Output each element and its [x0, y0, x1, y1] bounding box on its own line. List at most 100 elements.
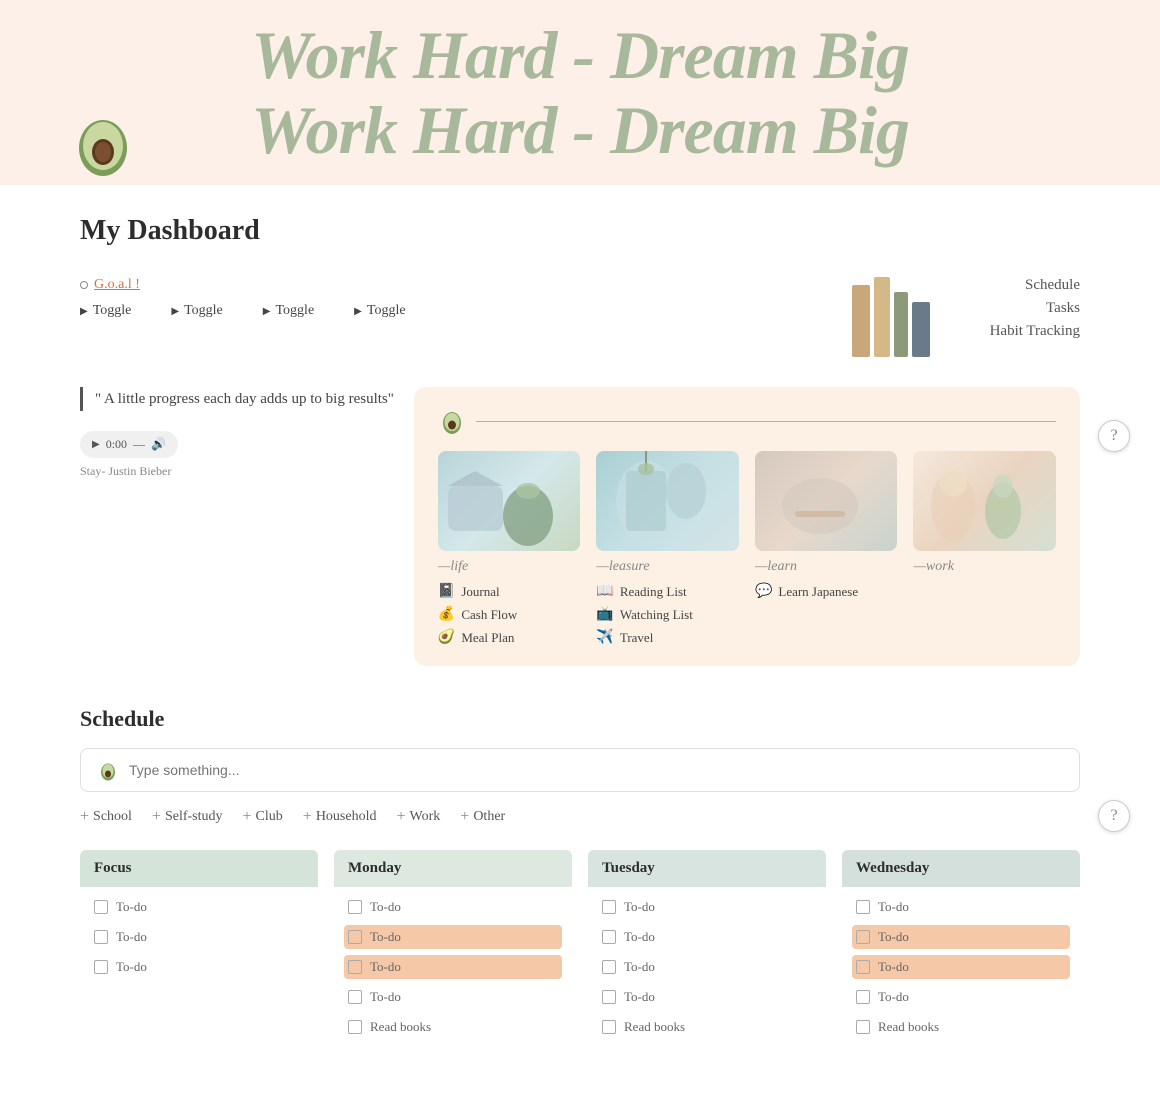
wednesday-checkbox-2[interactable]: [856, 930, 870, 944]
tag-other-label: Other: [473, 809, 505, 825]
card-avocado-icon: [438, 407, 466, 435]
wednesday-checkbox-4[interactable]: [856, 990, 870, 1004]
wednesday-todo-list: To-do To-do To-do To-do: [842, 887, 1080, 1047]
volume-icon: 🔊: [151, 437, 166, 452]
wednesday-todo-5: Read books: [852, 1015, 1070, 1039]
tag-school[interactable]: + School: [80, 808, 132, 826]
monday-todo-3: To-do: [344, 955, 562, 979]
col-focus: Focus To-do To-do To-do: [80, 850, 318, 1047]
category-image-life: [438, 451, 581, 551]
toggle-arrow-1: ▶: [80, 306, 88, 317]
focus-checkbox-3[interactable]: [94, 960, 108, 974]
toggle-1[interactable]: ▶ Toggle: [80, 303, 131, 319]
tuesday-todo-3: To-do: [598, 955, 816, 979]
focus-todo-1: To-do: [90, 895, 308, 919]
toggle-label-1: Toggle: [93, 303, 132, 319]
category-image-work: [913, 451, 1056, 551]
monday-todo-text-5: Read books: [370, 1019, 431, 1035]
col-focus-header: Focus: [80, 850, 318, 887]
tuesday-checkbox-2[interactable]: [602, 930, 616, 944]
monday-todo-text-2: To-do: [370, 929, 401, 945]
monday-checkbox-3[interactable]: [348, 960, 362, 974]
category-life: —life 📓 Journal 💰 Cash Flow 🥑 Meal Pl: [438, 451, 581, 646]
col-tuesday: Tuesday To-do To-do To-do: [588, 850, 826, 1047]
wednesday-checkbox-1[interactable]: [856, 900, 870, 914]
monday-checkbox-2[interactable]: [348, 930, 362, 944]
monday-checkbox-4[interactable]: [348, 990, 362, 1004]
category-image-leasure: [596, 451, 739, 551]
wednesday-todo-3: To-do: [852, 955, 1070, 979]
wednesday-todo-text-1: To-do: [878, 899, 909, 915]
cat-link-japanese[interactable]: 💬 Learn Japanese: [755, 583, 898, 600]
tuesday-todo-5: Read books: [598, 1015, 816, 1039]
focus-checkbox-1[interactable]: [94, 900, 108, 914]
wednesday-todo-1: To-do: [852, 895, 1070, 919]
cat-link-journal[interactable]: 📓 Journal: [438, 583, 581, 600]
tag-household[interactable]: + Household: [303, 808, 377, 826]
tag-selfstudy-label: Self-study: [165, 809, 223, 825]
avocado-logo: [68, 110, 138, 180]
bullet-circle: [80, 281, 88, 289]
tuesday-todo-text-1: To-do: [624, 899, 655, 915]
category-links-learn: 💬 Learn Japanese: [755, 583, 898, 600]
side-link-schedule[interactable]: Schedule: [960, 277, 1080, 294]
plus-icon-household: +: [303, 808, 312, 826]
side-link-tasks[interactable]: Tasks: [960, 300, 1080, 317]
tuesday-checkbox-1[interactable]: [602, 900, 616, 914]
category-label-life: —life: [438, 559, 581, 575]
travel-icon: ✈️: [596, 629, 613, 646]
wednesday-checkbox-5[interactable]: [856, 1020, 870, 1034]
tag-work[interactable]: + Work: [396, 808, 440, 826]
monday-checkbox-5[interactable]: [348, 1020, 362, 1034]
categories-row: —life 📓 Journal 💰 Cash Flow 🥑 Meal Pl: [438, 451, 1056, 646]
focus-checkbox-2[interactable]: [94, 930, 108, 944]
header-banner: Work Hard - Dream Big Work Hard - Dream …: [0, 0, 1160, 185]
wednesday-checkbox-3[interactable]: [856, 960, 870, 974]
side-link-habit-tracking[interactable]: Habit Tracking: [960, 323, 1080, 340]
help-button-2[interactable]: ?: [1098, 800, 1130, 832]
col-wednesday-header: Wednesday: [842, 850, 1080, 887]
monday-todo-text-1: To-do: [370, 899, 401, 915]
monday-checkbox-1[interactable]: [348, 900, 362, 914]
wednesday-todo-text-4: To-do: [878, 989, 909, 1005]
play-button[interactable]: ▶: [92, 439, 100, 450]
banner-text-1: Work Hard - Dream Big: [0, 18, 1160, 93]
books-illustration: [852, 277, 930, 357]
focus-todo-text-2: To-do: [116, 929, 147, 945]
tag-club[interactable]: + Club: [243, 808, 283, 826]
toggle-3[interactable]: ▶ Toggle: [263, 303, 314, 319]
toggle-2[interactable]: ▶ Toggle: [171, 303, 222, 319]
tuesday-checkbox-5[interactable]: [602, 1020, 616, 1034]
cat-link-travel[interactable]: ✈️ Travel: [596, 629, 739, 646]
category-links-leasure: 📖 Reading List 📺 Watching List ✈️ Travel: [596, 583, 739, 646]
monday-todo-1: To-do: [344, 895, 562, 919]
tag-selfstudy[interactable]: + Self-study: [152, 808, 223, 826]
travel-label: Travel: [620, 630, 653, 646]
audio-player[interactable]: ▶ 0:00 — 🔊: [80, 431, 178, 458]
mealplan-label: Meal Plan: [461, 630, 514, 646]
wednesday-todo-text-3: To-do: [878, 959, 909, 975]
plus-icon-school: +: [80, 808, 89, 826]
toggle-4[interactable]: ▶ Toggle: [354, 303, 405, 319]
goal-link[interactable]: G.o.a.l !: [80, 277, 822, 293]
wednesday-todo-text-5: Read books: [878, 1019, 939, 1035]
tag-club-label: Club: [256, 809, 283, 825]
schedule-input-field[interactable]: [129, 762, 1063, 778]
mealplan-icon: 🥑: [438, 629, 455, 646]
wednesday-todo-4: To-do: [852, 985, 1070, 1009]
focus-todo-2: To-do: [90, 925, 308, 949]
focus-todo-text-3: To-do: [116, 959, 147, 975]
tuesday-checkbox-3[interactable]: [602, 960, 616, 974]
japanese-label: Learn Japanese: [778, 584, 858, 600]
plus-icon-selfstudy: +: [152, 808, 161, 826]
cat-link-readinglist[interactable]: 📖 Reading List: [596, 583, 739, 600]
cat-link-cashflow[interactable]: 💰 Cash Flow: [438, 606, 581, 623]
category-label-leasure: —leasure: [596, 559, 739, 575]
cat-link-mealplan[interactable]: 🥑 Meal Plan: [438, 629, 581, 646]
tag-other[interactable]: + Other: [460, 808, 505, 826]
tuesday-checkbox-4[interactable]: [602, 990, 616, 1004]
col-wednesday: Wednesday To-do To-do To-do: [842, 850, 1080, 1047]
watchinglist-label: Watching List: [620, 607, 693, 623]
cat-link-watchinglist[interactable]: 📺 Watching List: [596, 606, 739, 623]
help-button-1[interactable]: ?: [1098, 420, 1130, 452]
